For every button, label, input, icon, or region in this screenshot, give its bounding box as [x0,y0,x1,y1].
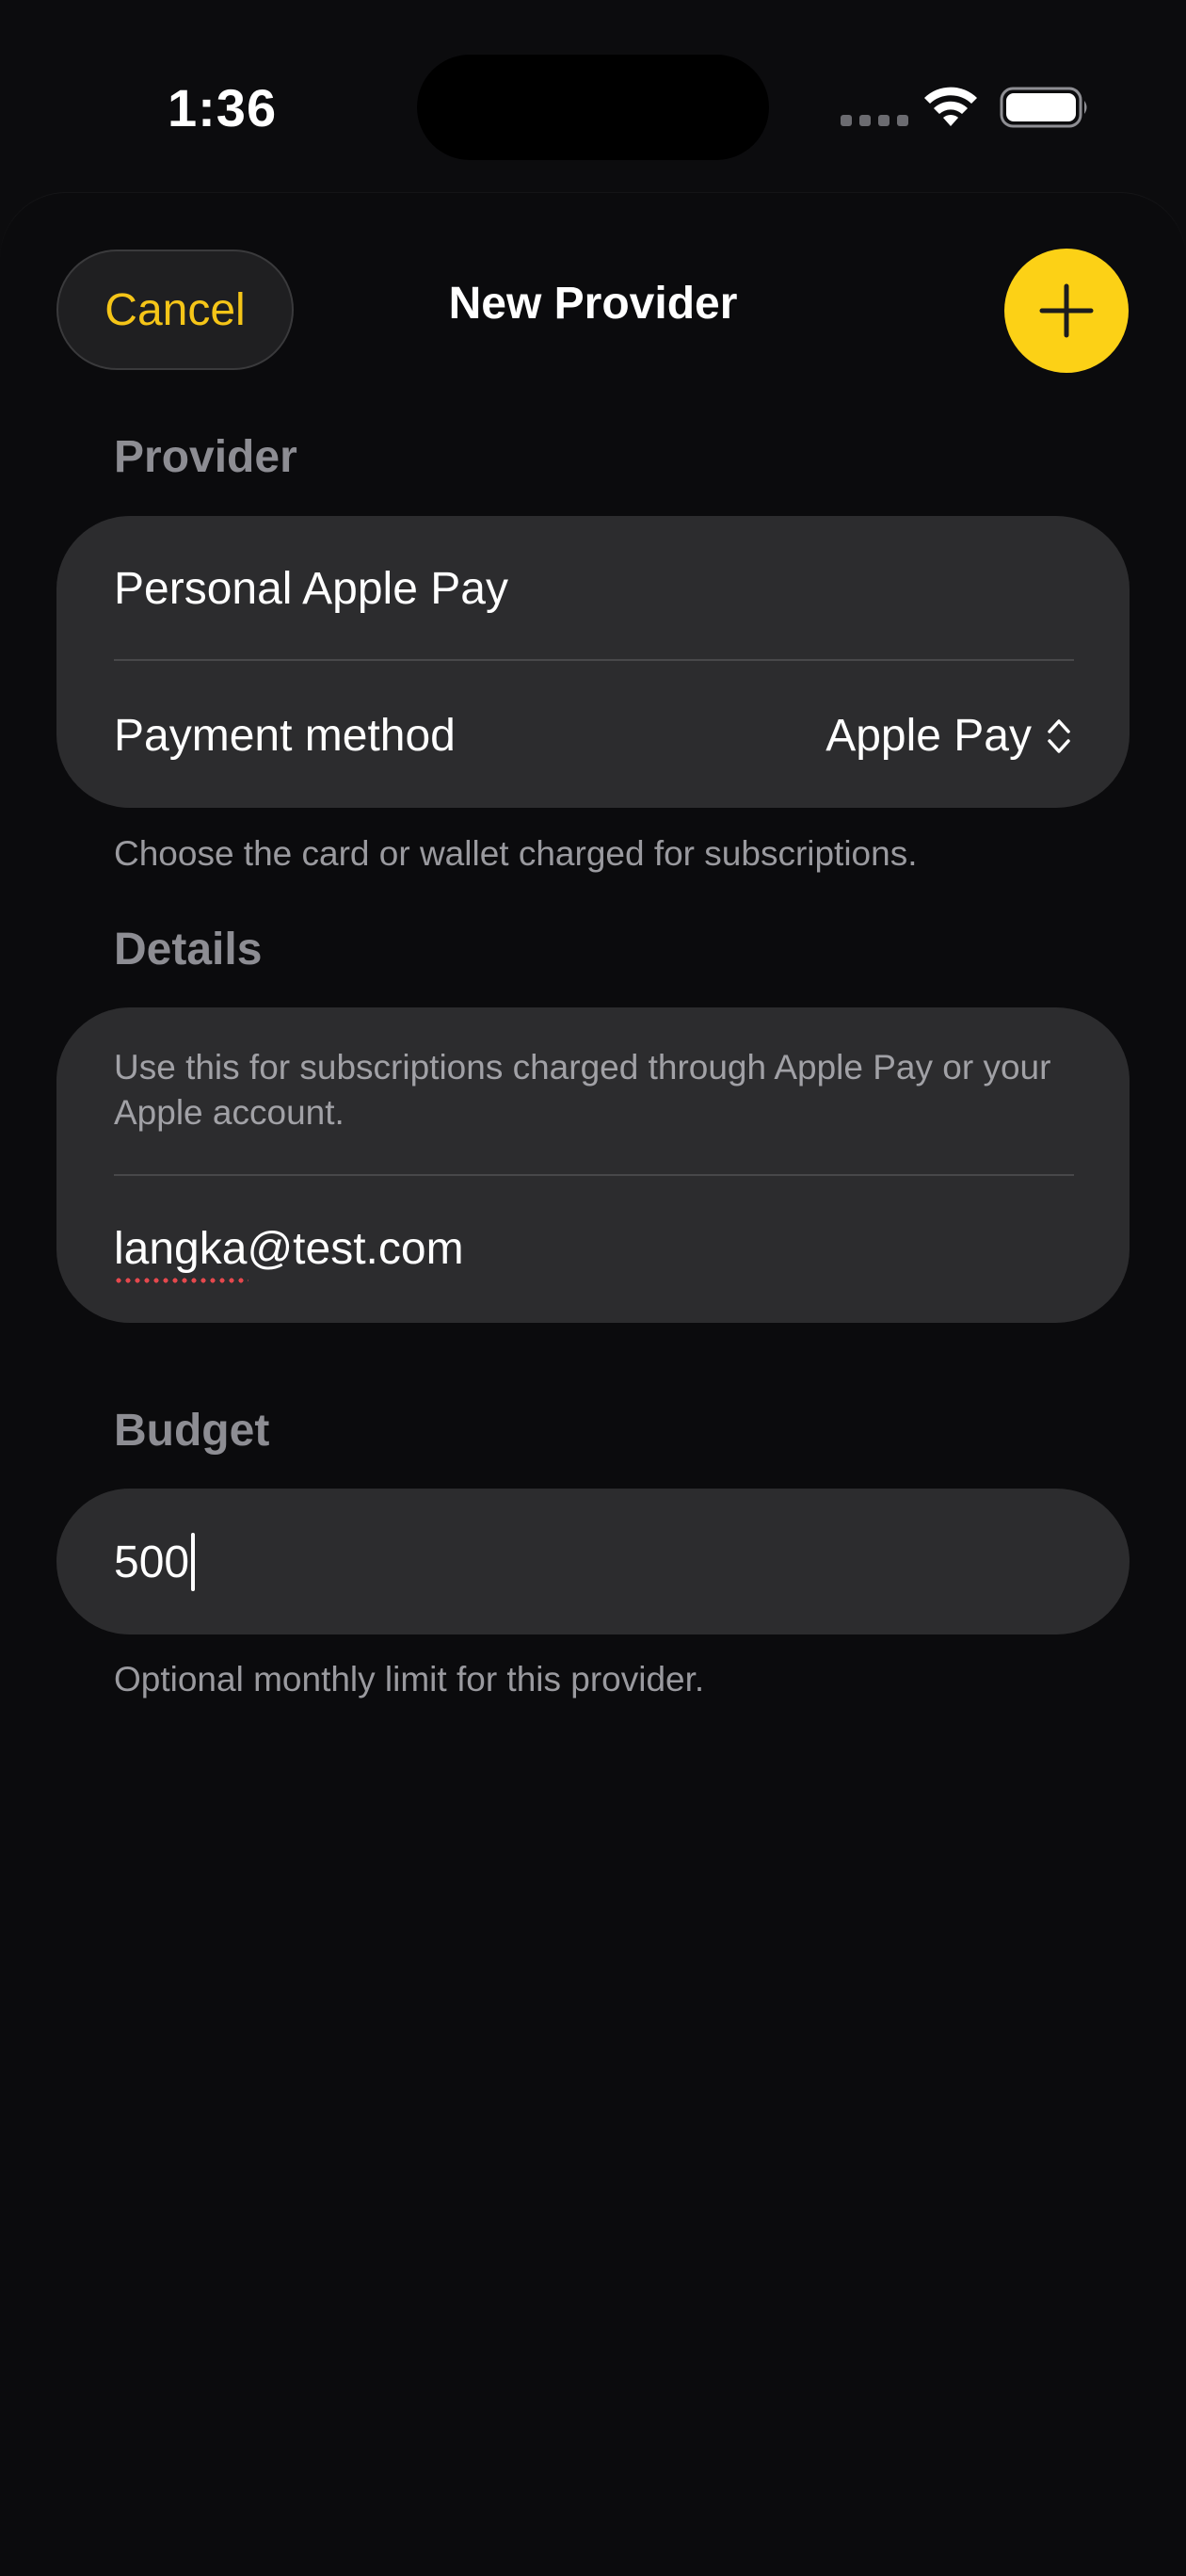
provider-footer: Choose the card or wallet charged for su… [114,834,918,873]
budget-value: 500 [114,1537,190,1587]
budget-footer: Optional monthly limit for this provider… [114,1660,705,1699]
dynamic-island [417,55,769,160]
wifi-icon [924,87,977,126]
budget-card: 500 [56,1489,1130,1634]
account-email-field[interactable]: langka@test.com [114,1223,464,1283]
status-time: 1:36 [168,78,278,137]
budget-input[interactable]: 500 [114,1533,196,1591]
cellular-signal-icon [841,115,908,126]
cancel-button[interactable]: Cancel [56,250,294,370]
details-section-header: Details [114,925,263,974]
provider-card: Personal Apple Pay Payment method Apple … [56,516,1130,808]
plus-icon [1039,283,1094,338]
provider-name-field[interactable]: Personal Apple Pay [114,563,508,615]
provider-section-header: Provider [114,432,297,482]
page-title: New Provider [448,279,738,329]
divider [114,659,1074,661]
payment-method-value: Apple Pay [825,711,1032,761]
divider [114,1174,1074,1176]
details-description: Use this for subscriptions charged throu… [114,1048,1051,1132]
details-card: Use this for subscriptions charged throu… [56,1007,1130,1323]
account-email-value: langka@test.com [114,1224,464,1274]
app-screen: 1:36 Cancel New Provider Provider Person… [0,0,1186,2576]
budget-section-header: Budget [114,1406,270,1456]
chevron-up-down-icon [1045,716,1073,757]
payment-method-picker[interactable]: Apple Pay [825,710,1073,762]
spellcheck-underline [114,1278,248,1283]
payment-method-label: Payment method [114,711,456,761]
battery-icon [1000,87,1087,128]
add-button[interactable] [1004,249,1129,373]
text-cursor [191,1533,196,1591]
